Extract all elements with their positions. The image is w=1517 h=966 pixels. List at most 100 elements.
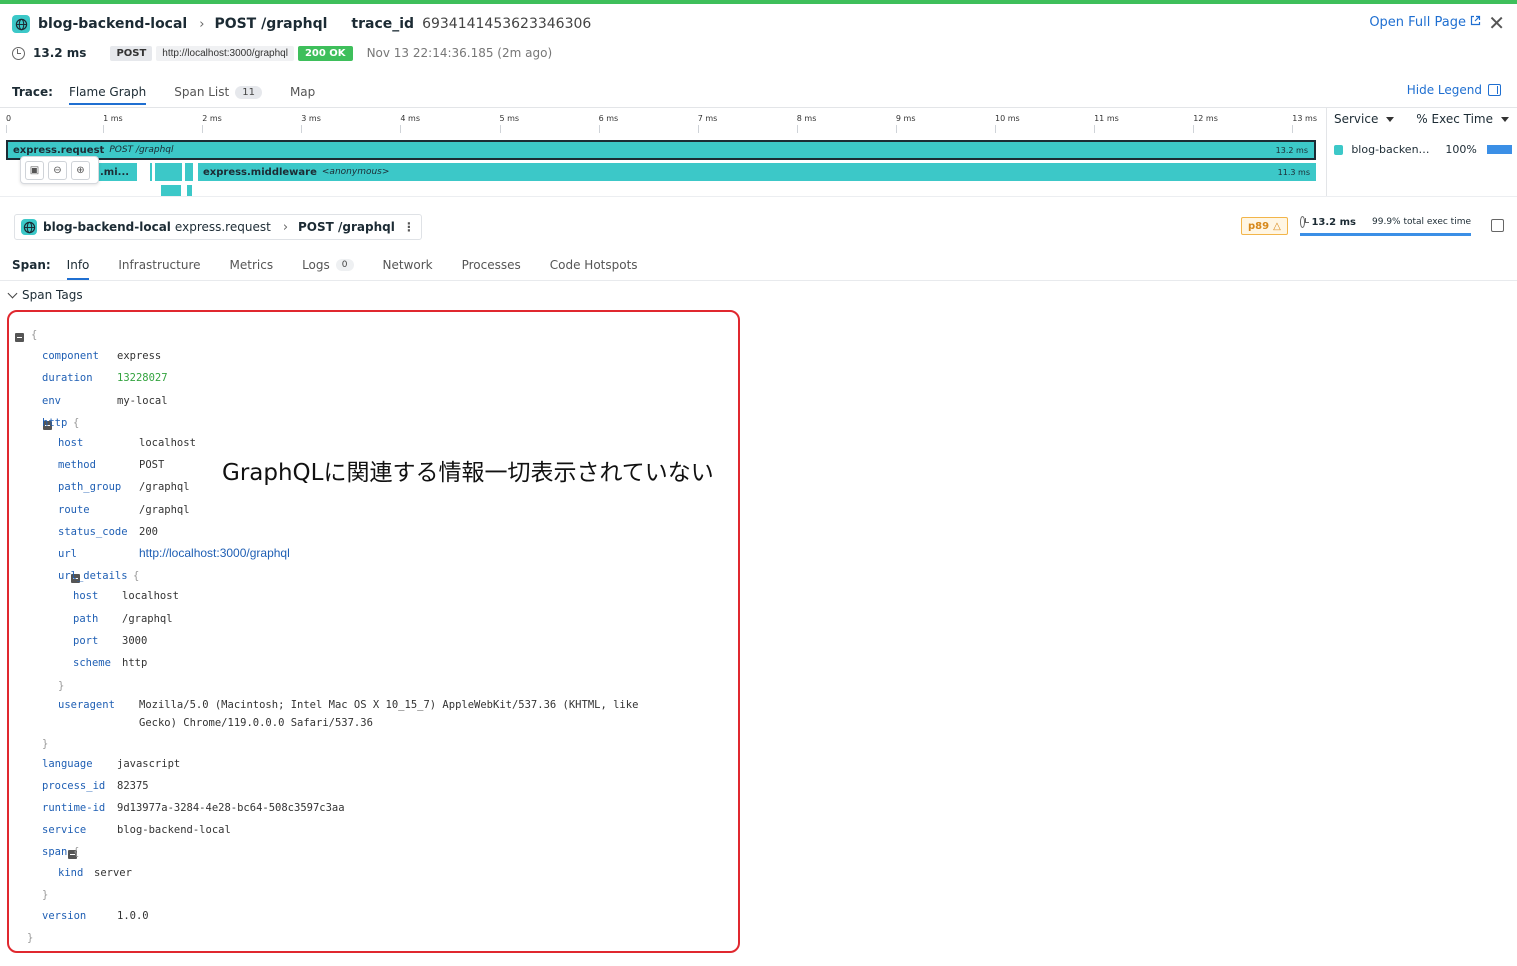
trace-tabs: Trace: Flame Graph Span List 11 Map: [12, 82, 343, 105]
flame-span-grandchild[interactable]: [161, 185, 181, 196]
flame-span-grandchild[interactable]: [187, 185, 192, 196]
ruler-tick-line: [598, 125, 600, 133]
open-full-page-label: Open Full Page: [1369, 15, 1466, 30]
logs-count-badge: 0: [335, 259, 354, 271]
tab-logs-label: Logs: [302, 258, 330, 272]
tag-value[interactable]: javascript: [117, 758, 180, 770]
globe-icon: [12, 15, 30, 33]
tag-value[interactable]: /graphql: [139, 481, 190, 493]
fit-icon[interactable]: ▣: [25, 160, 44, 180]
tab-flame-graph[interactable]: Flame Graph: [68, 85, 147, 105]
zoom-out-icon[interactable]: ⊖: [48, 160, 67, 180]
close-icon[interactable]: ✕: [1488, 13, 1505, 33]
flame-span-duration: 13.2 ms: [1275, 145, 1308, 155]
ruler-tick-line: [895, 125, 897, 133]
trace-id-value[interactable]: 6934141453623346306: [422, 16, 591, 32]
ruler-tick-line: [697, 125, 699, 133]
brace-open: {: [73, 846, 80, 858]
tab-infrastructure[interactable]: Infrastructure: [118, 258, 200, 272]
ruler-tick-line: [995, 125, 996, 133]
flame-span-middleware[interactable]: express.middleware <anonymous> 11.3 ms: [198, 163, 1316, 181]
flame-span-child[interactable]: [155, 163, 182, 181]
tag-value[interactable]: blog-backend-local: [117, 824, 231, 836]
more-options-icon[interactable]: ⋮: [403, 220, 415, 234]
trace-tabs-label: Trace:: [12, 85, 53, 99]
tag-value[interactable]: 1.0.0: [117, 910, 149, 922]
span-tabs: Span: Info Infrastructure Metrics Logs 0 …: [12, 256, 667, 280]
ruler-tick-label: 8 ms: [796, 114, 817, 123]
tag-key: language: [42, 758, 93, 770]
span-tags-toggle[interactable]: Span Tags: [7, 288, 83, 302]
tab-span-list[interactable]: Span List 11: [174, 85, 262, 99]
flame-span-child[interactable]: .mi...: [98, 163, 137, 181]
ruler-tick-line: [301, 125, 303, 133]
legend-exec-column[interactable]: % Exec Time: [1416, 112, 1509, 126]
legend-service-name: blog-backend-local: [1351, 143, 1433, 156]
flame-span-child[interactable]: [150, 163, 152, 181]
tag-value[interactable]: 82375: [117, 780, 149, 792]
tag-value[interactable]: 9d13977a-3284-4e28-bc64-508c3597c3aa: [117, 802, 345, 814]
tag-value[interactable]: localhost: [122, 590, 179, 602]
zoom-in-icon[interactable]: ⊕: [71, 160, 90, 180]
tag-value[interactable]: express: [117, 350, 161, 362]
tag-value[interactable]: 13228027: [117, 372, 168, 384]
tag-value[interactable]: localhost: [139, 437, 196, 449]
globe-icon: [21, 219, 37, 235]
legend-exec-pct: 100%: [1445, 143, 1477, 156]
hide-legend-label: Hide Legend: [1406, 83, 1482, 97]
brace-open: {: [31, 329, 38, 341]
tab-map[interactable]: Map: [290, 85, 315, 99]
tag-key: method: [58, 459, 96, 471]
tag-value[interactable]: 3000: [122, 635, 147, 647]
chevron-right-icon: ›: [282, 219, 289, 235]
tag-value[interactable]: /graphql: [122, 613, 173, 625]
tab-metrics[interactable]: Metrics: [230, 258, 274, 272]
brace-close: }: [42, 738, 49, 750]
ruler-tick-label: 6 ms: [598, 114, 619, 123]
p89-badge[interactable]: p89 △: [1241, 217, 1288, 235]
tag-value[interactable]: 200: [139, 526, 158, 538]
tag-value[interactable]: server: [94, 867, 132, 879]
legend-toggle-icon: [1488, 84, 1501, 96]
ruler-tick-label: 1 ms: [103, 114, 123, 123]
clock-icon: [1300, 216, 1310, 228]
brace-open: {: [73, 417, 80, 429]
ruler-tick-line: [400, 125, 402, 133]
collapse-node-icon[interactable]: [15, 333, 24, 342]
tag-value[interactable]: /graphql: [139, 504, 190, 516]
hide-legend-button[interactable]: Hide Legend: [1407, 83, 1501, 97]
url-badge: http://localhost:3000/graphql: [156, 45, 294, 61]
chevron-down-icon: [1501, 117, 1509, 122]
tag-value-link[interactable]: http://localhost:3000/graphql: [139, 546, 290, 560]
tab-processes[interactable]: Processes: [462, 258, 521, 272]
flame-span-child[interactable]: [185, 163, 193, 181]
tab-network[interactable]: Network: [383, 258, 433, 272]
tag-value-continued[interactable]: Gecko) Chrome/119.0.0.0 Safari/537.36: [139, 717, 373, 729]
span-service[interactable]: blog-backend-local: [43, 220, 171, 234]
tag-key: duration: [42, 372, 93, 384]
ruler-tick-label: 13 ms: [1292, 114, 1317, 123]
tab-info[interactable]: Info: [66, 258, 89, 280]
tag-value[interactable]: my-local: [117, 395, 168, 407]
tab-code-hotspots[interactable]: Code Hotspots: [550, 258, 638, 272]
ruler-tick-line: [796, 125, 798, 133]
span-resource[interactable]: POST /graphql: [298, 220, 395, 234]
open-full-page-link[interactable]: Open Full Page: [1369, 15, 1481, 30]
collapse-icon[interactable]: [1491, 219, 1504, 232]
tag-key: runtime-id: [42, 802, 106, 814]
span-duration: 13.2 ms: [1311, 216, 1356, 228]
service-name[interactable]: blog-backend-local: [38, 16, 187, 32]
span-breadcrumb: blog-backend-local express.request › POS…: [14, 214, 422, 240]
tag-value[interactable]: POST: [139, 459, 164, 471]
tab-logs[interactable]: Logs 0: [302, 258, 354, 272]
legend-row[interactable]: blog-backend-local 100%: [1334, 143, 1512, 156]
tag-key: host: [73, 590, 99, 602]
tag-value[interactable]: http: [122, 657, 147, 669]
tag-key: host: [58, 437, 84, 449]
legend-service-column[interactable]: Service: [1334, 112, 1395, 126]
tag-value[interactable]: Mozilla/5.0 (Macintosh; Intel Mac OS X 1…: [139, 699, 638, 711]
trace-meta: 13.2 ms POST http://localhost:3000/graph…: [12, 43, 552, 63]
flame-span-root[interactable]: express.request POST /graphql 13.2 ms: [6, 140, 1316, 160]
span-tabs-label: Span:: [12, 258, 51, 272]
divider: [0, 196, 1517, 197]
